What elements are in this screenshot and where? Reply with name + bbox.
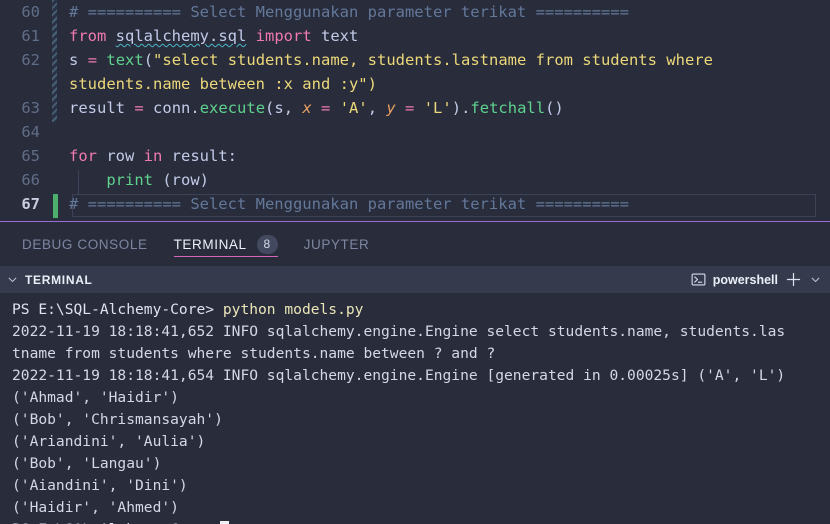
code-line[interactable]: 66 print (row): [0, 168, 830, 192]
chevron-down-icon[interactable]: [809, 273, 822, 286]
token-function-text: text: [106, 51, 144, 69]
terminal-line: ('Ariandini', 'Aulia'): [12, 433, 206, 450]
line-number: 64: [21, 123, 40, 141]
token-comma: ,: [367, 99, 387, 117]
tab-badge-count: 8: [256, 234, 278, 254]
tab-jupyter[interactable]: JUPYTER: [304, 222, 370, 266]
code-lines: 60 # ========== Select Menggunakan param…: [0, 0, 830, 216]
terminal-line-active: PS E:\SQL-Alchemy-Core>: [12, 519, 830, 524]
code-line-wrapped[interactable]: students.name between :x and :y"): [0, 72, 830, 96]
token-variable-s: s: [69, 51, 79, 69]
token-keyword-in: in: [143, 147, 163, 165]
terminal-header-bar: TERMINAL powershell: [0, 266, 830, 293]
plus-icon[interactable]: [785, 271, 802, 288]
terminal-line: ('Ahmad', 'Haidir'): [12, 389, 179, 406]
line-content-string-continuation: students.name between :x and :y"): [69, 75, 377, 93]
terminal-line: ('Aiandini', 'Dini'): [12, 477, 188, 494]
terminal-shell-name[interactable]: powershell: [713, 273, 778, 287]
tab-label: JUPYTER: [303, 236, 370, 252]
line-number: 65: [21, 147, 40, 165]
token-paren: (: [143, 51, 154, 69]
line-content-comment: # ========== Select Menggunakan paramete…: [69, 3, 629, 21]
powershell-icon[interactable]: [691, 272, 706, 287]
token-operator-assign: =: [87, 51, 98, 69]
code-line[interactable]: 64: [0, 120, 830, 144]
token-variable-row: row: [97, 147, 144, 165]
panel-tab-bar: DEBUG CONSOLE TERMINAL 8 JUPYTER: [0, 222, 830, 266]
line-content-execute: result = conn.execute(s, x = 'A', y = 'L…: [48, 96, 830, 120]
line-content-for: for row in result:: [48, 144, 830, 168]
token-print-args: (row): [153, 171, 209, 189]
code-line[interactable]: 62 s = text("select students.name, stude…: [0, 48, 830, 72]
terminal-header-left: TERMINAL: [6, 273, 93, 287]
token-string-part1: "select students.name, students.lastname…: [153, 51, 713, 69]
line-number: 62: [21, 51, 40, 69]
token-call-parens: (): [545, 99, 564, 117]
chevron-down-icon[interactable]: [6, 273, 19, 286]
token-operator-eq1: =: [311, 99, 340, 117]
code-line[interactable]: 65 for row in result:: [0, 144, 830, 168]
token-variable-result-ref: result:: [162, 147, 237, 165]
line-number: 61: [21, 27, 40, 45]
terminal-line: 2022-11-19 18:18:41,654 INFO sqlalchemy.…: [12, 367, 786, 384]
terminal-line: PS E:\SQL-Alchemy-Core> python models.py: [12, 299, 830, 321]
terminal-output[interactable]: PS E:\SQL-Alchemy-Core> python models.py…: [0, 293, 830, 524]
terminal-line: tname from students where students.name …: [12, 345, 496, 362]
tab-label: TERMINAL: [173, 236, 247, 252]
token-keyword-from: from: [69, 27, 107, 45]
token-keyword-for: for: [69, 147, 97, 165]
code-line-active[interactable]: 67 # ========== Select Menggunakan param…: [0, 192, 830, 216]
tab-label: DEBUG CONSOLE: [22, 236, 148, 252]
token-param-y: y: [386, 99, 396, 117]
line-content-statement: s = text("select students.name, students…: [48, 48, 830, 72]
line-content-import: from sqlalchemy.sql import text: [48, 24, 830, 48]
token-dot: .: [190, 99, 200, 117]
line-content-print: print (row): [48, 168, 830, 192]
tab-debug-console[interactable]: DEBUG CONSOLE: [22, 222, 148, 266]
line-content-comment: # ========== Select Menggunakan paramete…: [69, 195, 629, 213]
tab-terminal[interactable]: TERMINAL 8: [173, 222, 278, 266]
token-function-print: print: [106, 171, 153, 189]
code-line[interactable]: 63 result = conn.execute(s, x = 'A', y =…: [0, 96, 830, 120]
vscode-window: 60 # ========== Select Menggunakan param…: [0, 0, 830, 524]
token-module: sqlalchemy.sql: [115, 27, 247, 45]
token-method-execute: execute: [199, 99, 266, 117]
terminal-line: ('Haidir', 'Ahmed'): [12, 499, 179, 516]
code-line[interactable]: 60 # ========== Select Menggunakan param…: [0, 0, 830, 24]
terminal-command: python models.py: [222, 301, 364, 318]
token-param-x: x: [302, 99, 312, 117]
token-close-paren: ): [451, 99, 462, 117]
token-imported-name: text: [321, 27, 359, 45]
code-editor[interactable]: 60 # ========== Select Menggunakan param…: [0, 0, 830, 222]
token-string-a: 'A': [339, 99, 368, 117]
token-object-conn: conn: [153, 99, 191, 117]
terminal-line: ('Bob', 'Langau'): [12, 455, 162, 472]
terminal-prompt: PS E:\SQL-Alchemy-Core>: [12, 301, 223, 318]
line-number: 63: [21, 99, 40, 117]
token-operator-assign: =: [134, 99, 144, 117]
token-args-open: (s,: [265, 99, 303, 117]
line-number: 60: [21, 3, 40, 21]
token-operator-eq2: =: [395, 99, 424, 117]
token-string-l: 'L': [423, 99, 452, 117]
terminal-line: 2022-11-19 18:18:41,652 INFO sqlalchemy.…: [12, 323, 786, 340]
token-variable-result: result: [69, 99, 125, 117]
line-number: 66: [21, 171, 40, 189]
code-line[interactable]: 61 from sqlalchemy.sql import text: [0, 24, 830, 48]
token-keyword-import: import: [255, 27, 312, 45]
token-dot2: .: [461, 99, 471, 117]
terminal-line: ('Bob', 'Chrismansayah'): [12, 411, 223, 428]
terminal-header-right: powershell: [691, 271, 822, 288]
line-number-active: 67: [21, 195, 40, 213]
terminal-title: TERMINAL: [25, 272, 93, 287]
token-method-fetchall: fetchall: [470, 99, 546, 117]
